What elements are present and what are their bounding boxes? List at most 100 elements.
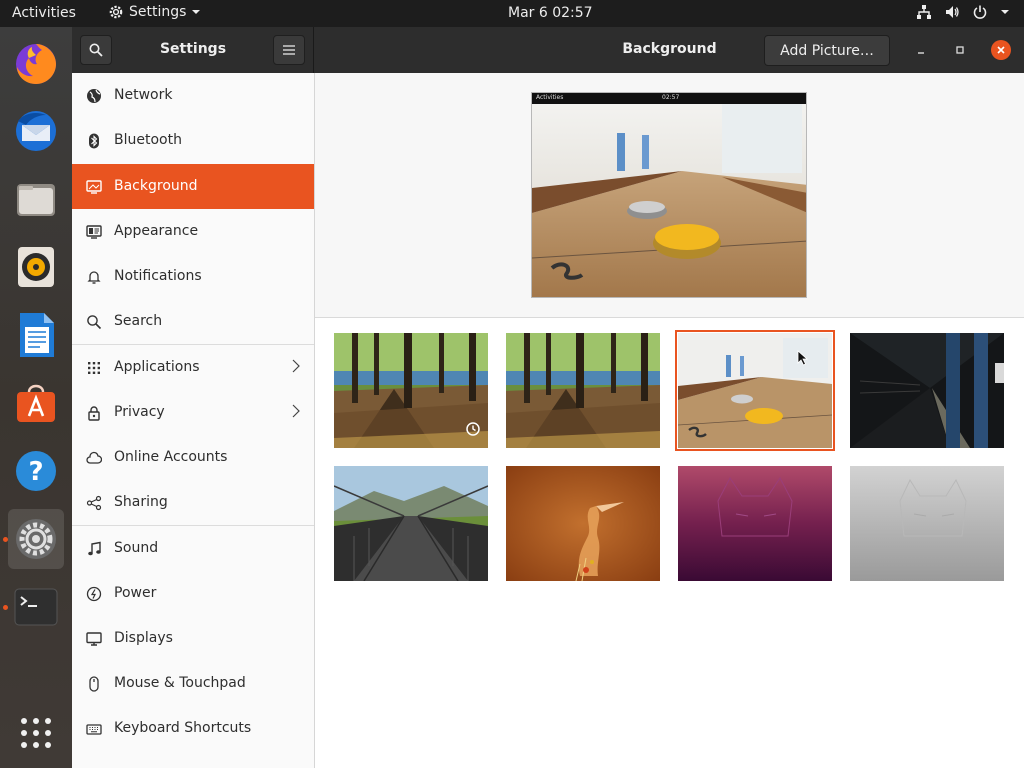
network-icon xyxy=(85,87,103,105)
clock[interactable]: Mar 6 02:57 xyxy=(508,5,593,21)
background-panel: Activities 02:57 xyxy=(315,73,1024,768)
sidebar-item-label: Network xyxy=(114,87,173,103)
sidebar-item-label: Search xyxy=(114,313,163,329)
add-picture-button[interactable]: Add Picture… xyxy=(764,35,890,66)
shuffleboard-preview-image xyxy=(532,93,806,297)
volume-icon xyxy=(946,6,959,18)
current-background-preview: Activities 02:57 xyxy=(531,92,807,298)
settings-gear-icon xyxy=(16,519,56,559)
header-bar: Settings Background Add Picture… xyxy=(72,27,1024,73)
sidebar-item-search[interactable]: Search xyxy=(72,299,314,344)
sidebar-item-keyboard-shortcuts[interactable]: Keyboard Shortcuts xyxy=(72,706,314,751)
bluetooth-icon xyxy=(85,132,103,150)
power-icon xyxy=(973,5,987,19)
active-wallpaper-clock-icon xyxy=(466,421,480,440)
bell-icon xyxy=(85,268,103,286)
sidebar-item-sharing[interactable]: Sharing xyxy=(72,480,314,525)
share-icon xyxy=(85,494,103,512)
sidebar-item-label: Appearance xyxy=(114,223,199,239)
forest-wallpaper-image xyxy=(334,333,488,448)
sidebar-item-notifications[interactable]: Notifications xyxy=(72,254,314,299)
gear-icon xyxy=(109,5,123,19)
sidebar-item-privacy[interactable]: Privacy xyxy=(72,390,314,435)
sidebar-item-label: Privacy xyxy=(114,404,165,420)
close-icon xyxy=(997,46,1005,54)
wallpaper-thumbnail-forest-2[interactable] xyxy=(506,333,660,448)
sidebar-item-label: Power xyxy=(114,585,157,601)
sidebar-item-network[interactable]: Network xyxy=(72,73,314,118)
sidebar-item-mouse-touchpad[interactable]: Mouse & Touchpad xyxy=(72,661,314,706)
store-bag-icon xyxy=(17,384,55,422)
sidebar-item-power[interactable]: Power xyxy=(72,571,314,616)
sidebar-item-displays[interactable]: Displays xyxy=(72,616,314,661)
sidebar-item-background[interactable]: Background xyxy=(72,164,314,209)
main-menu-button[interactable] xyxy=(273,35,305,65)
svg-text:?: ? xyxy=(28,457,43,487)
search-button[interactable] xyxy=(80,35,112,65)
dock-firefox[interactable] xyxy=(8,33,64,93)
sidebar-header: Settings xyxy=(72,27,314,73)
dock-files[interactable] xyxy=(8,169,64,229)
sidebar-item-bluetooth[interactable]: Bluetooth xyxy=(72,118,314,163)
display-icon xyxy=(85,630,103,648)
folder-icon xyxy=(17,184,55,216)
sidebar-item-label: Displays xyxy=(114,630,173,646)
preview-area: Activities 02:57 xyxy=(315,73,1024,318)
show-applications-button[interactable] xyxy=(8,703,64,763)
dock-rhythmbox[interactable] xyxy=(8,237,64,297)
app-grid-icon xyxy=(21,718,51,748)
sidebar-item-appearance[interactable]: Appearance xyxy=(72,209,314,254)
sidebar-item-label: Sharing xyxy=(114,494,168,510)
subway-wallpaper-image xyxy=(850,333,1004,448)
power-icon xyxy=(85,585,103,603)
firefox-icon xyxy=(16,44,56,84)
search-icon xyxy=(89,43,103,57)
sidebar-item-online-accounts[interactable]: Online Accounts xyxy=(72,435,314,480)
mouse-icon xyxy=(85,675,103,693)
minimize-button[interactable] xyxy=(911,40,931,60)
dock: ? xyxy=(0,27,72,768)
close-button[interactable] xyxy=(991,40,1011,60)
terminal-icon xyxy=(14,588,58,626)
mouse-pointer-icon xyxy=(797,350,809,370)
hamburger-menu-icon xyxy=(283,45,295,55)
sidebar-item-label: Notifications xyxy=(114,268,202,284)
lock-icon xyxy=(85,404,103,422)
sidebar-item-label: Sound xyxy=(114,540,159,556)
thunderbird-icon xyxy=(16,111,56,151)
page-title: Background xyxy=(622,41,717,57)
minimize-icon xyxy=(918,52,924,54)
wallpaper-thumbnail-grey-cat[interactable] xyxy=(850,466,1004,581)
wallpaper-thumbnail-subway[interactable] xyxy=(850,333,1004,448)
help-icon: ? xyxy=(16,451,56,491)
speaker-icon xyxy=(18,247,54,287)
wallpaper-thumbnail-forest-1[interactable] xyxy=(334,333,488,448)
wallpaper-thumbnail-purple-cat[interactable] xyxy=(678,466,832,581)
wallpaper-thumbnail-heron[interactable] xyxy=(506,466,660,581)
settings-window: Settings Background Add Picture… Network… xyxy=(72,27,1024,768)
heron-wallpaper-image xyxy=(506,466,660,581)
dock-thunderbird[interactable] xyxy=(8,101,64,161)
background-icon xyxy=(85,178,103,196)
sidebar-item-applications[interactable]: Applications xyxy=(72,345,314,390)
activities-button[interactable]: Activities xyxy=(12,5,76,21)
dock-software[interactable] xyxy=(8,373,64,433)
search-icon xyxy=(85,313,103,331)
wallpaper-thumbnail-bridge[interactable] xyxy=(334,466,488,581)
chevron-right-icon xyxy=(292,404,300,422)
maximize-button[interactable] xyxy=(950,40,970,60)
dock-help[interactable]: ? xyxy=(8,441,64,501)
preview-activities-label: Activities xyxy=(536,94,564,101)
appearance-icon xyxy=(85,223,103,241)
dock-writer[interactable] xyxy=(8,305,64,365)
dock-settings[interactable] xyxy=(8,509,64,569)
sidebar-item-label: Online Accounts xyxy=(114,449,228,465)
network-wired-icon xyxy=(917,5,931,19)
sidebar-item-label: Bluetooth xyxy=(114,132,182,148)
dock-terminal[interactable] xyxy=(8,577,64,637)
grey-cat-wallpaper-image xyxy=(850,466,1004,581)
wallpaper-thumbnail-shuffleboard[interactable] xyxy=(675,330,835,451)
sidebar-item-sound[interactable]: Sound xyxy=(72,526,314,571)
system-tray[interactable] xyxy=(916,4,1010,20)
app-menu[interactable]: Settings xyxy=(108,4,201,20)
